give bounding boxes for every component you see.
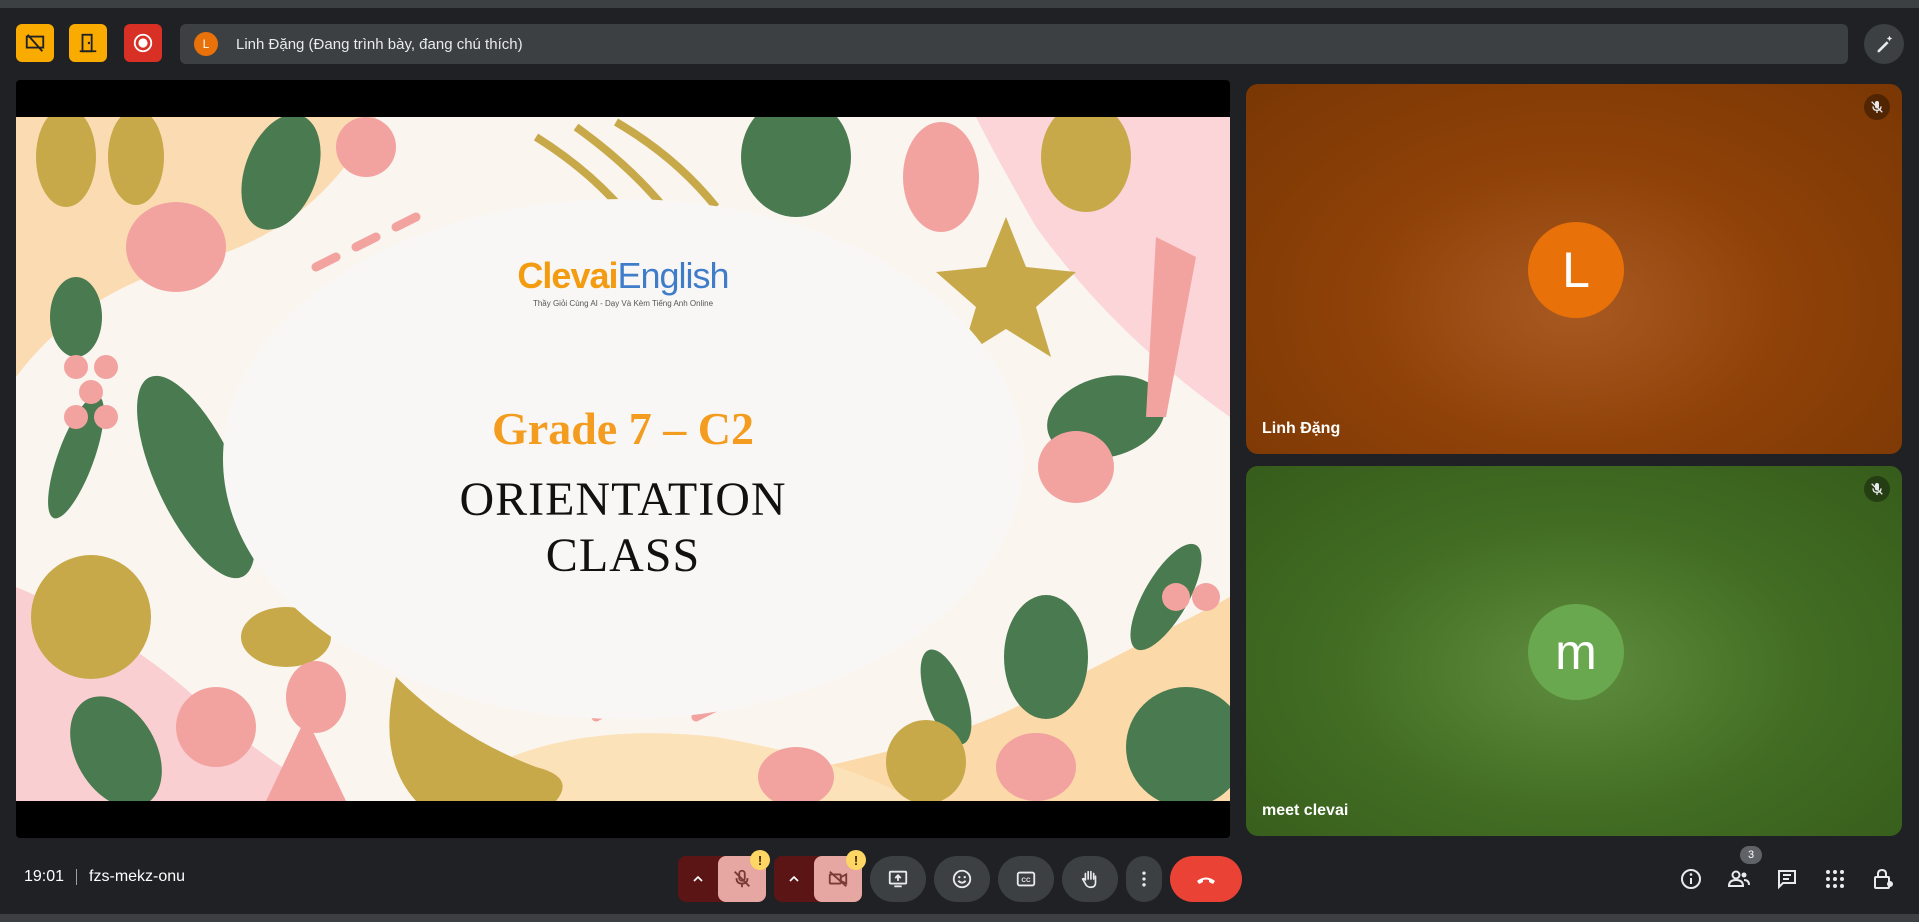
door-button[interactable] [69,24,107,62]
lock-person-icon [1874,868,1893,889]
svg-text:CC: CC [1021,877,1031,884]
slide-title-line1: ORIENTATION [459,473,787,526]
present-screen-button[interactable] [870,856,926,902]
captions-icon: CC [1016,871,1036,887]
door-icon [79,33,97,53]
camera-warning-badge: ! [846,850,866,870]
activities-button[interactable] [1820,864,1850,894]
people-button[interactable] [1724,864,1754,894]
record-icon [133,33,153,53]
mic-control: ! [678,850,770,902]
camera-options-button[interactable] [774,856,814,902]
chat-icon [1778,870,1796,890]
reactions-button[interactable] [934,856,990,902]
chat-button[interactable] [1772,864,1802,894]
mic-off-icon [1864,476,1890,502]
camera-off-icon [828,870,848,888]
annotate-button[interactable] [1864,24,1904,64]
meeting-details-button[interactable] [1676,864,1706,894]
hide-screen-button[interactable] [16,24,54,62]
presenter-banner: L Linh Đặng (Đang trình bày, đang chú th… [180,24,1848,64]
presenter-label: Linh Đặng (Đang trình bày, đang chú thíc… [236,35,523,53]
info-icon [1681,869,1701,889]
more-options-button[interactable] [1126,856,1162,902]
camera-control: ! [774,850,866,902]
participant-name: Linh Đặng [1262,420,1341,437]
clevai-logo: ClevaiEnglish Thầy Giỏi Cùng AI - Dạy Và… [16,255,1230,308]
mic-off-icon [734,869,750,888]
window-top-strip [0,0,1919,8]
chevron-up-icon [789,875,799,882]
slide-title: ORIENTATION CLASS [16,472,1230,584]
logo-tagline: Thầy Giỏi Cùng AI - Dạy Và Kèm Tiếng Anh… [532,299,714,308]
more-vert-icon [1142,871,1146,887]
vegetable-decoration-illustration [16,117,1230,801]
slide-title-line2: CLASS [545,529,701,582]
raise-hand-button[interactable] [1062,856,1118,902]
participant-avatar: m [1528,604,1624,700]
mic-off-icon [1864,94,1890,120]
present-screen-icon [888,870,908,888]
meeting-code: fzs-mekz-onu [89,868,186,885]
meeting-time: 19:01 [24,868,65,885]
leave-call-button[interactable] [1170,856,1242,902]
captions-button[interactable]: CC [998,856,1054,902]
presenter-avatar: L [194,32,218,56]
recording-button[interactable] [124,24,162,62]
window-bottom-strip [0,914,1919,922]
mic-warning-badge: ! [750,850,770,870]
pen-sparkle-icon [1877,35,1893,53]
chevron-up-icon [693,875,703,882]
emoji-icon [952,869,972,889]
participant-tile-linh[interactable]: L Linh Đặng [1246,84,1902,454]
participant-avatar: L [1528,222,1624,318]
people-icon [1727,870,1750,887]
mic-options-button[interactable] [678,856,718,902]
meeting-info: 19:01 fzs-mekz-onu [24,868,185,886]
people-count-badge: 3 [1740,846,1762,864]
presentation-slide: ClevaiEnglish Thầy Giỏi Cùng AI - Dạy Và… [16,117,1230,801]
apps-grid-icon [1826,870,1844,888]
hang-up-icon [1197,877,1215,884]
participant-tile-meet-clevai[interactable]: m meet clevai [1246,466,1902,836]
logo-part2: English [617,255,730,296]
participant-name: meet clevai [1262,802,1349,819]
host-controls-button[interactable] [1868,864,1898,894]
slide-grade: Grade 7 – C2 [492,403,754,454]
logo-part1: Clevai [517,255,618,296]
hand-icon [1081,870,1097,889]
divider [76,869,78,885]
presentation-stage[interactable]: ClevaiEnglish Thầy Giỏi Cùng AI - Dạy Và… [16,80,1230,838]
screen-off-icon [25,34,45,52]
